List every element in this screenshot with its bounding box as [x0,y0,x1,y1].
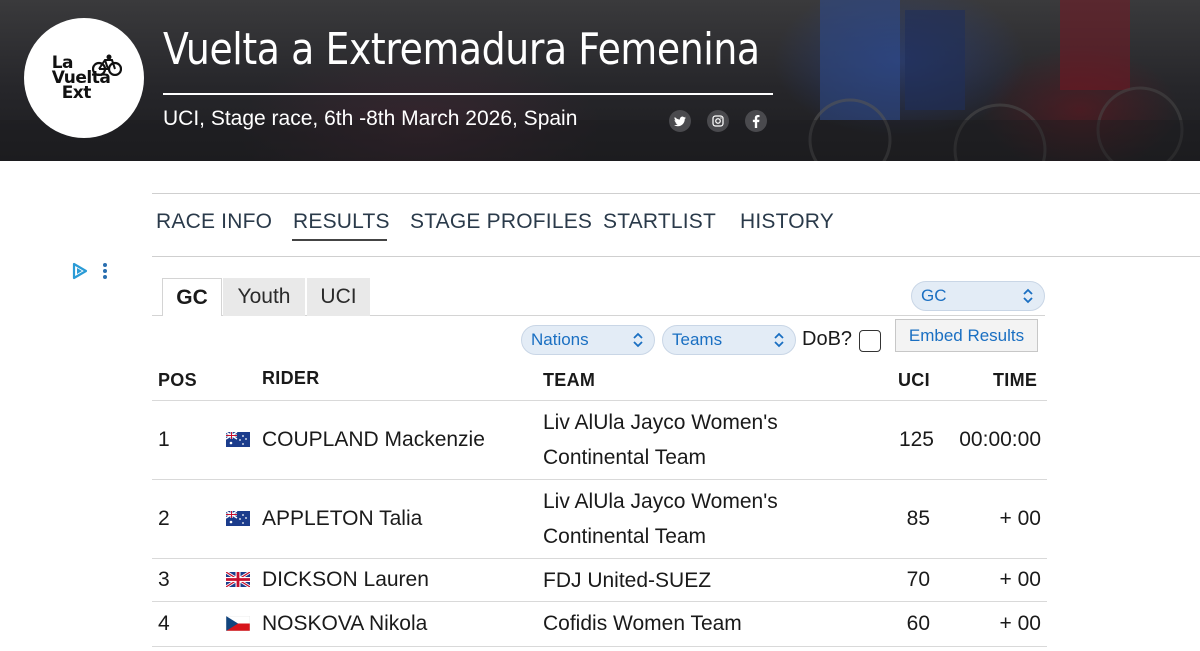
bicycle-icon [92,54,122,76]
header-rider: RIDER [262,368,320,388]
row-pos: 1 [158,428,170,451]
logo-line-3: Ext [61,82,92,103]
team-name-link[interactable]: Liv AlUla Jayco Women's [543,405,778,440]
header-time: TIME [993,370,1038,390]
chevron-up-down-icon [1023,288,1033,304]
header-uci: UCI [898,370,930,390]
nav-bottom-divider [152,256,1200,257]
table-header-divider [152,400,1047,401]
team-name-link[interactable]: Liv AlUla Jayco Women's [543,484,778,519]
row-divider [152,558,1047,559]
embed-results-button[interactable]: Embed Results [895,319,1038,352]
team-name-link[interactable]: FDJ United-SUEZ [543,563,711,598]
header-pos: POS [158,370,197,390]
row-divider [152,479,1047,480]
australia-flag-icon [226,432,250,447]
instagram-icon[interactable] [707,110,729,132]
row-time: + 00 [999,568,1041,591]
uk-flag-icon [226,572,250,587]
nav-race-info[interactable]: RACE INFO [156,210,272,234]
row-uci-points: 70 [906,568,930,591]
row-time: + 00 [999,612,1041,635]
classification-select-value: GC [921,286,947,305]
nav-startlist[interactable]: STARTLIST [603,210,716,234]
nav-history[interactable]: HISTORY [740,210,834,234]
tab-youth[interactable]: Youth [223,278,305,316]
classification-select[interactable]: GC [911,281,1045,311]
nations-select-value: Nations [531,330,589,349]
nations-select[interactable]: Nations [521,325,655,355]
tab-uci[interactable]: UCI [307,278,370,316]
row-uci-points: 125 [898,428,934,451]
row-uci-points: 85 [906,507,930,530]
rider-name-link[interactable]: DICKSON Lauren [262,568,429,592]
row-pos: 2 [158,507,170,530]
race-subtitle: UCI, Stage race, 6th -8th March 2026, Sp… [163,107,578,130]
nav-stage-profiles[interactable]: STAGE PROFILES [410,210,592,234]
teams-select[interactable]: Teams [662,325,796,355]
teams-select-value: Teams [672,330,723,349]
australia-flag-icon [226,511,250,526]
row-divider [152,601,1047,602]
dob-checkbox[interactable] [859,330,881,352]
team-name-link-line2[interactable]: Continental Team [543,440,706,475]
row-time: 00:00:00 [959,428,1041,451]
adchoices-icon[interactable] [72,262,112,280]
facebook-icon[interactable] [745,110,767,132]
nav-active-underline [292,239,387,241]
rider-name-link[interactable]: COUPLAND Mackenzie [262,428,485,452]
row-pos: 3 [158,568,170,591]
rider-name-link[interactable]: APPLETON Talia [262,507,422,531]
row-divider [152,646,1047,647]
team-name-link-line2[interactable]: Continental Team [543,519,706,554]
row-time: + 00 [999,507,1041,530]
team-name-link[interactable]: Cofidis Women Team [543,606,742,641]
rider-name-link[interactable]: NOSKOVA Nikola [262,612,427,636]
race-header-banner: La Vuelta Ext Vuelta a Extremadura Femen… [0,0,1200,161]
tab-gc[interactable]: GC [162,278,222,316]
row-pos: 4 [158,612,170,635]
row-uci-points: 60 [906,612,930,635]
title-divider [163,93,773,95]
twitter-icon[interactable] [669,110,691,132]
chevron-up-down-icon [774,332,784,348]
dob-label: DoB? [802,328,853,350]
header-team: TEAM [543,370,596,390]
czech-flag-icon [226,616,250,631]
race-title: Vuelta a Extremadura Femenina [163,24,760,75]
race-logo[interactable]: La Vuelta Ext [24,18,144,138]
nav-top-divider [152,193,1200,194]
chevron-up-down-icon [633,332,643,348]
nav-results[interactable]: RESULTS [293,210,390,234]
